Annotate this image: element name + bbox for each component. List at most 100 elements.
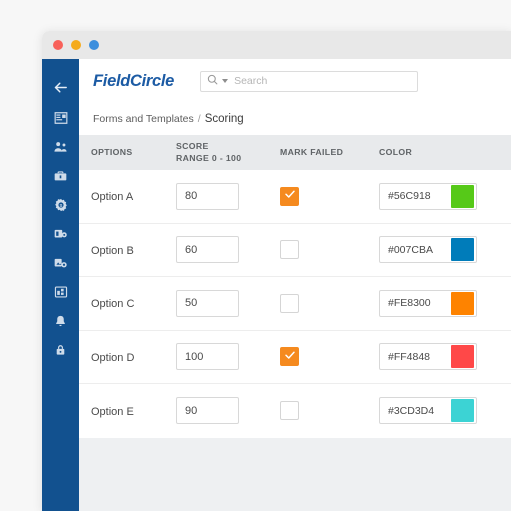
lock-icon	[54, 343, 67, 357]
color-hex-value[interactable]: #FE8300	[380, 297, 451, 309]
color-hex-value[interactable]: #FF4848	[380, 351, 451, 363]
app-window: S FieldCircle Search Forms and Templates…	[42, 31, 511, 511]
sidebar-item-notifications[interactable]	[42, 306, 79, 335]
score-input[interactable]	[176, 236, 239, 264]
color-swatch[interactable]	[451, 345, 474, 369]
table-row: Option E #3CD3D4	[79, 384, 511, 438]
check-icon	[284, 348, 296, 366]
sidebar-item-locations[interactable]	[42, 248, 79, 277]
mark-failed-checkbox[interactable]	[280, 240, 299, 260]
brand-logo[interactable]: FieldCircle	[93, 72, 174, 91]
sidebar: S	[42, 59, 79, 511]
gear-icon: S	[54, 198, 68, 212]
cell-mark-failed	[280, 401, 379, 421]
back-arrow-icon	[52, 79, 69, 96]
sidebar-item-reports[interactable]	[42, 277, 79, 306]
cell-option: Option A	[91, 187, 176, 205]
cell-option: Option B	[91, 241, 176, 259]
column-header-options: OPTIONS	[91, 146, 133, 157]
column-header-score-range: SCORE RANGE 0 - 100	[176, 141, 280, 163]
svg-text:S: S	[59, 202, 62, 207]
column-header-mark-failed: MARK FAILED	[280, 146, 344, 157]
score-input[interactable]	[176, 182, 239, 210]
search-icon	[207, 72, 218, 90]
cell-option: Option D	[91, 348, 176, 366]
color-picker-field[interactable]: #3CD3D4	[379, 397, 477, 425]
cell-score	[176, 236, 280, 264]
color-hex-value[interactable]: #56C918	[380, 190, 451, 202]
color-hex-value[interactable]: #007CBA	[380, 244, 451, 256]
color-swatch[interactable]	[451, 238, 474, 262]
mark-failed-checkbox[interactable]	[280, 186, 299, 206]
window-close-button[interactable]	[53, 40, 63, 50]
window-maximize-button[interactable]	[89, 40, 99, 50]
estimate-icon	[53, 227, 68, 241]
score-input[interactable]	[176, 343, 239, 371]
column-header-score-line1: SCORE	[176, 141, 209, 152]
table-row: Option D #FF4848	[79, 331, 511, 384]
option-label: Option E	[91, 405, 134, 418]
chevron-down-icon[interactable]	[222, 79, 229, 83]
color-swatch[interactable]	[451, 184, 474, 208]
cell-mark-failed	[280, 240, 379, 260]
search-input[interactable]	[234, 75, 412, 87]
table-header-row: OPTIONS SCORE RANGE 0 - 100 MARK FAILED …	[79, 135, 511, 170]
cell-color: #007CBA	[379, 236, 499, 264]
color-swatch[interactable]	[451, 399, 474, 423]
table-row: Option C #FE8300	[79, 277, 511, 331]
cell-score	[176, 397, 280, 425]
sidebar-item-back[interactable]	[42, 71, 79, 103]
table-row: Option B #007CBA	[79, 224, 511, 277]
mark-failed-checkbox[interactable]	[280, 401, 299, 421]
cell-mark-failed	[280, 186, 379, 206]
option-label: Option A	[91, 191, 134, 204]
sidebar-item-estimates[interactable]	[42, 219, 79, 248]
mark-failed-checkbox[interactable]	[280, 347, 299, 367]
check-icon	[284, 187, 296, 205]
cell-score	[176, 182, 280, 210]
option-label: Option B	[91, 244, 134, 257]
dashboard-icon	[54, 111, 68, 125]
table-row: Option A #56C918	[79, 170, 511, 224]
sidebar-item-people[interactable]	[42, 132, 79, 161]
window-minimize-button[interactable]	[71, 40, 81, 50]
color-picker-field[interactable]: #56C918	[379, 182, 477, 210]
sidebar-item-dashboard[interactable]	[42, 103, 79, 132]
search-bar[interactable]	[200, 70, 419, 92]
color-swatch[interactable]	[451, 291, 474, 315]
cell-mark-failed	[280, 293, 379, 313]
content-empty-area	[79, 437, 511, 511]
cell-color: #56C918	[379, 182, 499, 210]
color-hex-value[interactable]: #3CD3D4	[380, 405, 451, 417]
cell-option: Option E	[91, 402, 176, 420]
reports-icon	[54, 285, 68, 299]
window-titlebar	[42, 31, 511, 59]
cell-mark-failed	[280, 347, 379, 367]
score-input[interactable]	[176, 289, 239, 317]
top-bar: FieldCircle	[79, 59, 511, 103]
main-content: FieldCircle Forms and Templates / Scorin…	[79, 59, 511, 511]
map-pin-icon	[53, 256, 68, 270]
mark-failed-checkbox[interactable]	[280, 293, 299, 313]
scoring-table: OPTIONS SCORE RANGE 0 - 100 MARK FAILED …	[79, 135, 511, 438]
table-body: Option A #56C918 Option B #007CBA Option C #F…	[79, 170, 511, 438]
breadcrumb-parent[interactable]: Forms and Templates	[93, 113, 194, 125]
bell-icon	[54, 314, 67, 328]
cell-color: #FE8300	[379, 289, 499, 317]
breadcrumb: Forms and Templates / Scoring	[79, 103, 511, 135]
cell-color: #3CD3D4	[379, 397, 499, 425]
option-label: Option C	[91, 298, 135, 311]
cell-score	[176, 289, 280, 317]
color-picker-field[interactable]: #007CBA	[379, 236, 477, 264]
sidebar-item-jobs[interactable]	[42, 161, 79, 190]
score-input[interactable]	[176, 397, 239, 425]
option-label: Option D	[91, 351, 135, 364]
cell-option: Option C	[91, 294, 176, 312]
color-picker-field[interactable]: #FE8300	[379, 289, 477, 317]
color-picker-field[interactable]: #FF4848	[379, 343, 477, 371]
people-icon	[53, 140, 68, 154]
breadcrumb-separator: /	[197, 113, 201, 125]
sidebar-item-settings[interactable]: S	[42, 190, 79, 219]
sidebar-item-security[interactable]	[42, 335, 79, 364]
breadcrumb-current: Scoring	[204, 113, 244, 125]
